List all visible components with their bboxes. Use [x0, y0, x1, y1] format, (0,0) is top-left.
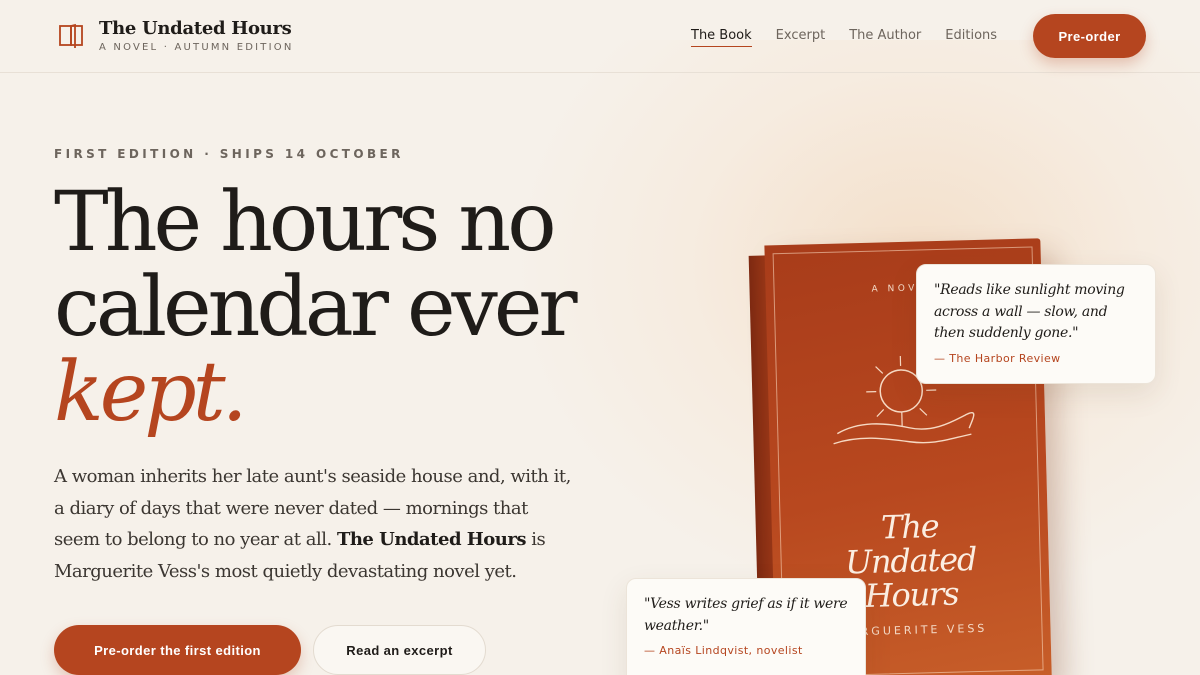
headline-accent: kept.: [54, 345, 248, 440]
quote-source: — The Harbor Review: [934, 351, 1061, 365]
hero-description: A woman inherits her late aunt's seaside…: [54, 461, 574, 587]
hero-eyebrow: FIRST EDITION · SHIPS 14 OCTOBER: [54, 147, 404, 161]
brand-title: The Undated Hours: [99, 18, 292, 39]
read-excerpt-button[interactable]: Read an excerpt: [313, 625, 486, 675]
nav-item-the-book[interactable]: The Book: [691, 28, 752, 47]
headline-line-1: The hours no: [54, 175, 557, 270]
nav-item-the-author[interactable]: The Author: [849, 28, 921, 47]
site-header: The Undated Hours A NOVEL · AUTUMN EDITI…: [0, 0, 1200, 73]
headline-line-2: calendar ever: [54, 260, 578, 355]
quote-text: "Vess writes grief as if it were weather…: [644, 596, 848, 634]
quote-source: — Anaïs Lindqvist, novelist: [644, 644, 803, 657]
header-preorder-button[interactable]: Pre-order: [1033, 14, 1146, 58]
review-quote-card: "Vess writes grief as if it were weather…: [626, 578, 866, 675]
nav-item-excerpt[interactable]: Excerpt: [776, 28, 826, 47]
quote-text: "Reads like sunlight moving across a wal…: [934, 282, 1125, 341]
nav-item-editions[interactable]: Editions: [945, 28, 997, 47]
hero-headline: The hours no calendar ever kept.: [54, 180, 674, 435]
brand-subtitle: A NOVEL · AUTUMN EDITION: [99, 42, 294, 53]
main-nav: The Book Excerpt The Author Editions: [691, 28, 997, 47]
review-quote-card: "Reads like sunlight moving across a wal…: [916, 264, 1156, 384]
lede-book-title: The Undated Hours: [336, 529, 527, 550]
open-book-icon: [59, 23, 83, 48]
brand[interactable]: The Undated Hours A NOVEL · AUTUMN EDITI…: [56, 18, 294, 53]
preorder-first-edition-button[interactable]: Pre-order the first edition: [54, 625, 301, 675]
